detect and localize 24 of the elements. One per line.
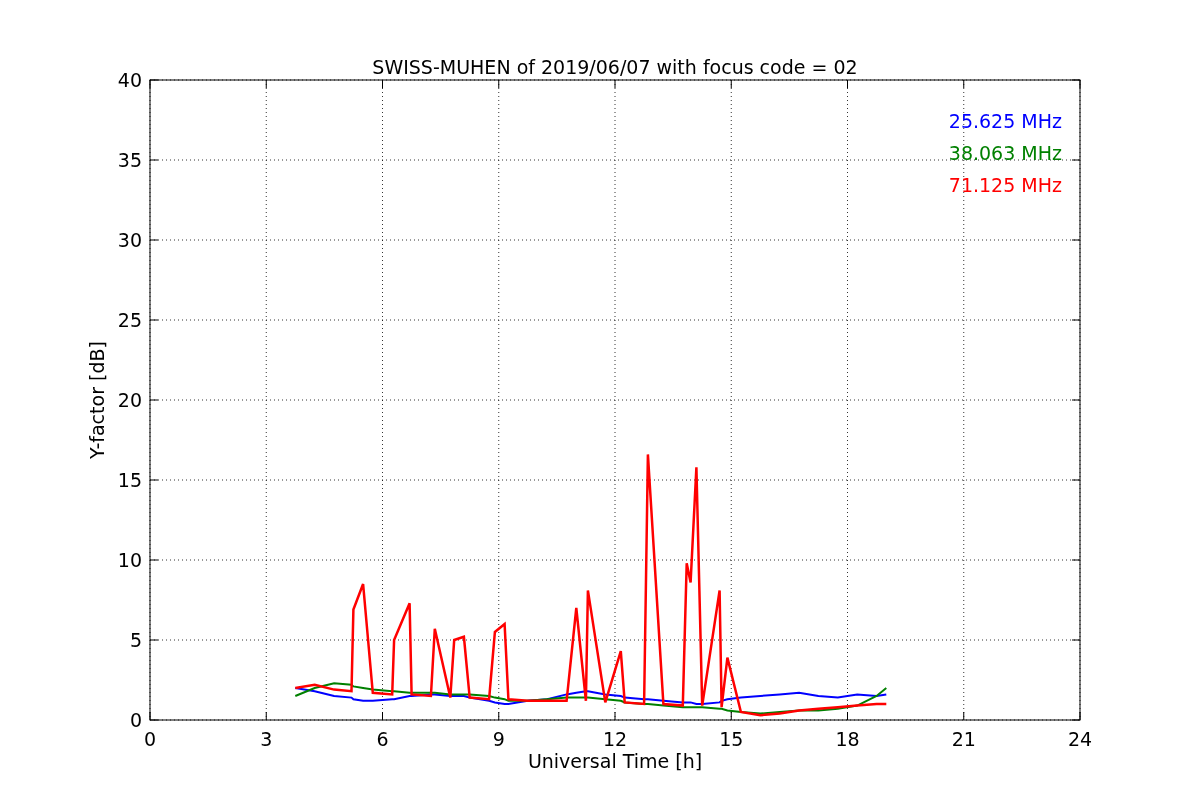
- tick-label: 12: [602, 728, 628, 750]
- tick-label: 20: [117, 389, 142, 411]
- tick-label: 25: [117, 309, 142, 331]
- y-axis-label: Y-factor [dB]: [86, 341, 108, 459]
- tick-label: 40: [117, 69, 142, 91]
- tick-label: 0: [143, 728, 157, 750]
- tick-label: 15: [117, 469, 142, 491]
- tick-label: 24: [1067, 728, 1093, 750]
- x-axis-label: Universal Time [h]: [527, 750, 703, 772]
- tick-label: 3: [260, 728, 273, 750]
- legend-label: 25.625 MHz: [948, 110, 1062, 132]
- tick-label: 6: [376, 728, 389, 750]
- tick-label: 10: [117, 549, 142, 571]
- tick-label: 35: [117, 149, 142, 171]
- tick-label: 21: [951, 728, 976, 750]
- chart-title: SWISS-MUHEN of 2019/06/07 with focus code = 02: [372, 56, 858, 78]
- legend-label: 71.125 MHz: [948, 174, 1062, 196]
- tick-label: 30: [117, 229, 142, 251]
- legend-label: 38.063 MHz: [948, 142, 1062, 164]
- tick-label: 15: [719, 728, 744, 750]
- tick-label: 0: [129, 709, 142, 731]
- tick-label: 5: [129, 629, 142, 651]
- tick-label: 9: [492, 728, 505, 750]
- tick-label: 18: [835, 728, 860, 750]
